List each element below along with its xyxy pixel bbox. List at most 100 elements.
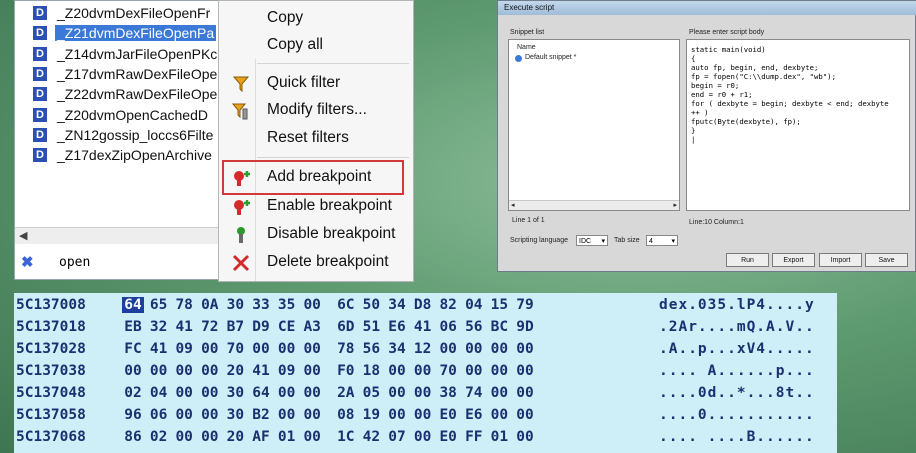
hex-byte[interactable]: E0 [437, 429, 459, 445]
hex-ascii[interactable]: .... ....B...... [659, 429, 815, 445]
hex-byte[interactable]: 00 [514, 363, 536, 379]
hex-byte[interactable]: 00 [199, 341, 221, 357]
snippet-item[interactable]: Default snippet * [513, 54, 673, 64]
hex-byte[interactable]: 35 [276, 297, 298, 313]
hex-byte[interactable]: 65 [148, 297, 170, 313]
hex-ascii[interactable]: ....0........... [659, 407, 815, 423]
hex-byte[interactable]: 00 [199, 429, 221, 445]
hex-byte[interactable]: 00 [301, 363, 323, 379]
hex-byte[interactable]: 00 [173, 363, 195, 379]
hex-byte[interactable]: 07 [386, 429, 408, 445]
hex-row[interactable]: 5C137048 02 04 00 00 30 64 00 00 2A 05 00 00 38 74 00 00… [14, 383, 837, 405]
hex-byte[interactable]: 20 [224, 429, 246, 445]
hex-byte[interactable]: 00 [386, 385, 408, 401]
import-button[interactable]: Import [819, 253, 862, 267]
menu-item-copy-all[interactable]: Copy all [219, 32, 415, 60]
hex-byte[interactable]: 01 [276, 429, 298, 445]
hex-byte[interactable]: 00 [250, 341, 272, 357]
hex-byte[interactable]: AF [250, 429, 272, 445]
snippet-scrollbar[interactable]: ◂ ▸ [509, 200, 679, 210]
hex-byte[interactable]: 00 [412, 385, 434, 401]
hex-byte[interactable]: 00 [301, 297, 323, 313]
hex-byte[interactable]: E6 [386, 319, 408, 335]
hex-byte[interactable]: 00 [514, 429, 536, 445]
hex-byte[interactable]: 00 [122, 363, 144, 379]
hex-byte[interactable]: 05 [360, 385, 382, 401]
hex-byte[interactable]: 30 [224, 297, 246, 313]
hex-byte[interactable]: 00 [199, 363, 221, 379]
hex-byte[interactable]: 00 [514, 385, 536, 401]
hex-byte[interactable]: 41 [412, 319, 434, 335]
hex-byte[interactable]: 30 [224, 385, 246, 401]
hex-byte[interactable]: 20 [224, 363, 246, 379]
hex-byte[interactable]: 00 [276, 385, 298, 401]
hex-byte[interactable]: 09 [276, 363, 298, 379]
hex-byte[interactable]: 18 [360, 363, 382, 379]
hex-byte[interactable]: 79 [514, 297, 536, 313]
hex-byte[interactable]: 30 [224, 407, 246, 423]
hex-byte[interactable]: 04 [463, 297, 485, 313]
hex-byte[interactable]: 00 [173, 429, 195, 445]
clear-search-icon[interactable]: ✖ [21, 253, 34, 271]
hex-byte[interactable]: 00 [488, 341, 510, 357]
hex-byte[interactable]: FF [463, 429, 485, 445]
hex-byte[interactable]: 64 [122, 297, 144, 313]
hex-byte[interactable]: F0 [335, 363, 357, 379]
hex-byte[interactable]: 56 [360, 341, 382, 357]
hex-byte[interactable]: 82 [437, 297, 459, 313]
hex-byte[interactable]: 6C [335, 297, 357, 313]
menu-item-reset-filters[interactable]: Reset filters [219, 125, 415, 153]
hex-byte[interactable]: 0A [199, 297, 221, 313]
hex-byte[interactable]: 01 [488, 429, 510, 445]
hex-row[interactable]: 5C137018 EB 32 41 72 B7 D9 CE A3 6D 51 E6 41 06 56 BC 9D… [14, 317, 837, 339]
horizontal-scrollbar[interactable]: ◀ [15, 227, 251, 244]
hex-byte[interactable]: 00 [173, 407, 195, 423]
hex-byte[interactable]: 00 [412, 429, 434, 445]
hex-row[interactable]: 5C137028 FC 41 09 00 70 00 00 00 78 56 34 12 00 00 00 00… [14, 339, 837, 361]
hex-byte[interactable]: 74 [463, 385, 485, 401]
hex-byte[interactable]: 00 [437, 341, 459, 357]
hex-byte[interactable]: E0 [437, 407, 459, 423]
hex-byte[interactable]: 00 [276, 341, 298, 357]
hex-byte[interactable]: D9 [250, 319, 272, 335]
menu-item-disable-breakpoint[interactable]: Disable breakpoint [219, 221, 415, 249]
hex-byte[interactable]: 32 [148, 319, 170, 335]
scroll-left-icon[interactable]: ◀ [19, 228, 27, 244]
hex-ascii[interactable]: dex.035.lP4....y [659, 297, 815, 313]
hex-byte[interactable]: 56 [463, 319, 485, 335]
hex-byte[interactable]: 00 [276, 407, 298, 423]
hex-byte[interactable]: 41 [148, 341, 170, 357]
hex-byte[interactable]: 06 [437, 319, 459, 335]
hex-ascii[interactable]: .... A......p... [659, 363, 815, 379]
hex-byte[interactable]: 6D [335, 319, 357, 335]
hex-byte[interactable]: 33 [250, 297, 272, 313]
hex-byte[interactable]: 06 [148, 407, 170, 423]
hex-byte[interactable]: 86 [122, 429, 144, 445]
hex-byte[interactable]: 00 [386, 407, 408, 423]
hex-row[interactable]: 5C137058 96 06 00 00 30 B2 00 00 08 19 00 00 E0 E6 00 00… [14, 405, 837, 427]
hex-dump-view[interactable]: 5C137008 64 65 78 0A 30 33 35 00 6C 50 34 D8 82 04 15 79… [14, 293, 837, 453]
hex-byte[interactable]: 78 [173, 297, 195, 313]
hex-byte[interactable]: 96 [122, 407, 144, 423]
hex-byte[interactable]: 78 [335, 341, 357, 357]
hex-byte[interactable]: 1C [335, 429, 357, 445]
script-editor[interactable]: static main(void) { auto fp, begin, end,… [686, 39, 910, 211]
hex-byte[interactable]: 08 [335, 407, 357, 423]
hex-byte[interactable]: 9D [514, 319, 536, 335]
hex-byte[interactable]: 02 [148, 429, 170, 445]
hex-byte[interactable]: BC [488, 319, 510, 335]
menu-item-delete-breakpoint[interactable]: Delete breakpoint [219, 249, 415, 277]
hex-byte[interactable]: 00 [199, 407, 221, 423]
hex-byte[interactable]: 09 [173, 341, 195, 357]
hex-byte[interactable]: 00 [301, 429, 323, 445]
hex-byte[interactable]: 04 [148, 385, 170, 401]
hex-row[interactable]: 5C137068 86 02 00 00 20 AF 01 00 1C 42 07 00 E0 FF 01 00… [14, 427, 837, 449]
hex-byte[interactable]: 41 [250, 363, 272, 379]
hex-byte[interactable]: 00 [148, 363, 170, 379]
hex-byte[interactable]: FC [122, 341, 144, 357]
menu-item-copy[interactable]: Copy [219, 5, 415, 33]
hex-byte[interactable]: 00 [199, 385, 221, 401]
hex-byte[interactable]: 00 [412, 363, 434, 379]
hex-byte[interactable]: 00 [514, 341, 536, 357]
search-input[interactable]: open [59, 255, 90, 270]
